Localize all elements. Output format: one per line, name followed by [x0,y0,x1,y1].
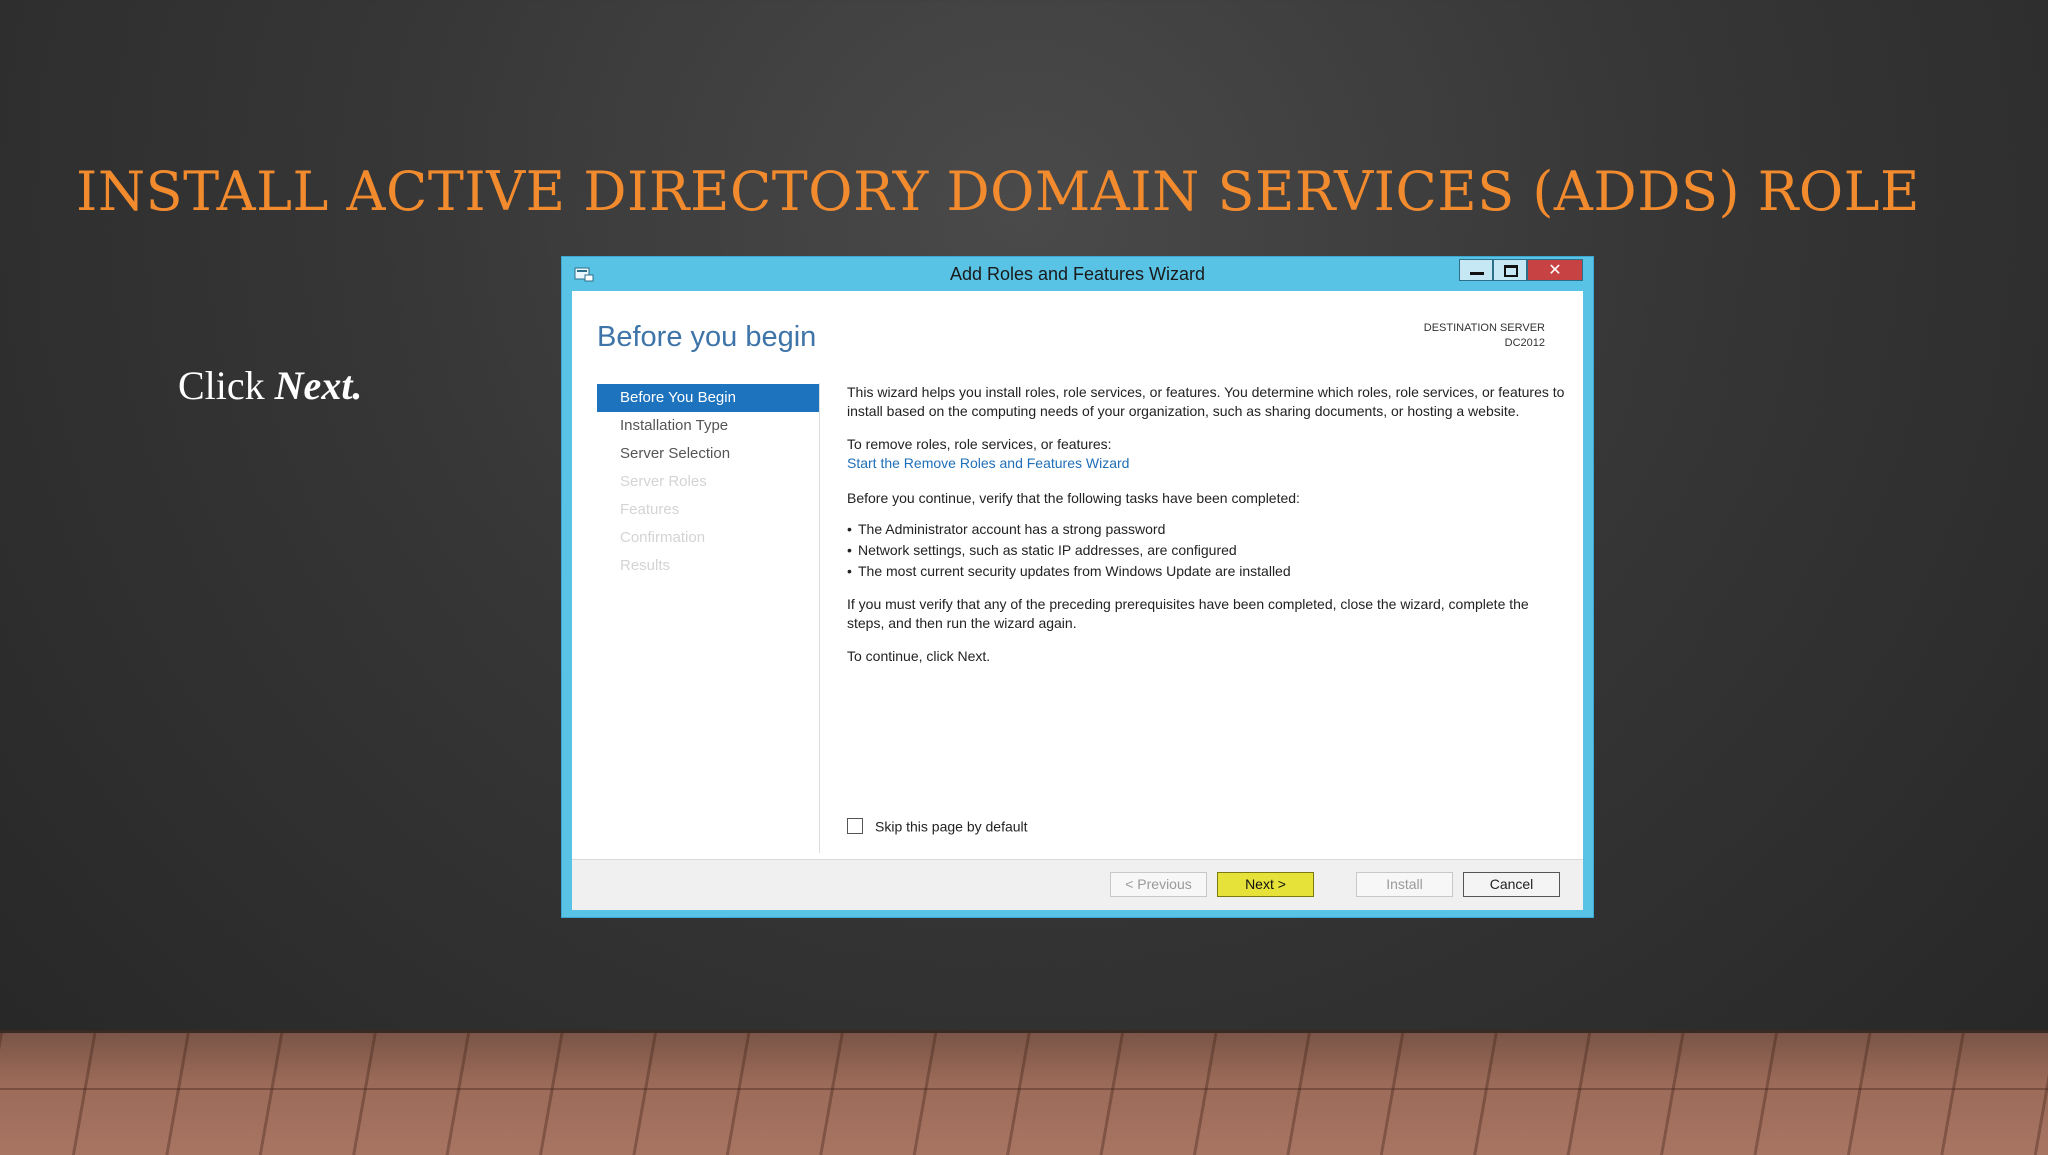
skip-page-label: Skip this page by default [875,818,1028,835]
nav-item-before-you-begin[interactable]: Before You Begin [597,384,819,412]
list-item: Network settings, such as static IP addr… [847,541,1567,560]
previous-button[interactable]: < Previous [1110,872,1207,897]
window-title: Add Roles and Features Wizard [949,264,1206,284]
instruction-emphasis: Next. [274,363,363,408]
close-icon: ✕ [1548,260,1562,279]
continue-note: To continue, click Next. [847,648,991,664]
nav-item-server-selection[interactable]: Server Selection [597,440,819,468]
skip-page-option[interactable]: Skip this page by default [847,817,1028,835]
destination-label: DESTINATION SERVER [1423,322,1545,334]
skip-page-checkbox[interactable] [847,818,863,835]
remove-label: To remove roles, role services, or featu… [847,436,1112,452]
nav-item-features: Features [620,501,680,518]
prerequisite-list: The Administrator account has a strong p… [847,520,1567,581]
install-button[interactable]: Install [1356,872,1453,897]
intro-text: This wizard helps you install roles, rol… [847,384,1565,419]
title-bar[interactable]: Add Roles and Features Wizard ✕ [562,257,1593,291]
remove-wizard-link[interactable]: Start the Remove Roles and Features Wiza… [847,455,1129,471]
verify-note: If you must verify that any of the prece… [847,596,1529,631]
nav-item-server-roles: Server Roles [620,473,707,490]
minimize-button[interactable] [1459,259,1493,281]
next-button[interactable]: Next > [1217,872,1314,897]
page-title: Before you begin [597,321,817,353]
nav-divider [819,383,820,853]
instruction-text: Click Next. [178,362,362,409]
destination-value: DC2012 [1504,337,1545,349]
list-item: The most current security updates from W… [847,562,1567,581]
nav-item-installation-type[interactable]: Installation Type [597,412,819,440]
cancel-button[interactable]: Cancel [1463,872,1560,897]
instruction-prefix: Click [178,363,265,408]
remove-section: To remove roles, role services, or featu… [847,435,1567,473]
wizard-client-area: Before you begin DESTINATION SERVER DC20… [572,291,1583,910]
maximize-button[interactable] [1493,259,1527,281]
wizard-content: This wizard helps you install roles, rol… [847,383,1567,680]
close-button[interactable]: ✕ [1527,259,1583,281]
wizard-window: Add Roles and Features Wizard ✕ Before y… [561,256,1594,918]
nav-item-results: Results [620,557,671,574]
wood-floor-background [0,1030,2048,1155]
nav-item-confirmation: Confirmation [620,529,706,546]
verify-intro: Before you continue, verify that the fol… [847,490,1300,506]
button-bar: < Previous Next > Install Cancel [572,859,1583,910]
list-item: The Administrator account has a strong p… [847,520,1567,539]
slide-title: INSTALL ACTIVE DIRECTORY DOMAIN SERVICES… [76,160,1920,223]
wizard-nav: Before You Begin Installation Type Serve… [597,384,819,580]
destination-server: DESTINATION SERVER DC2012 [1424,321,1545,351]
